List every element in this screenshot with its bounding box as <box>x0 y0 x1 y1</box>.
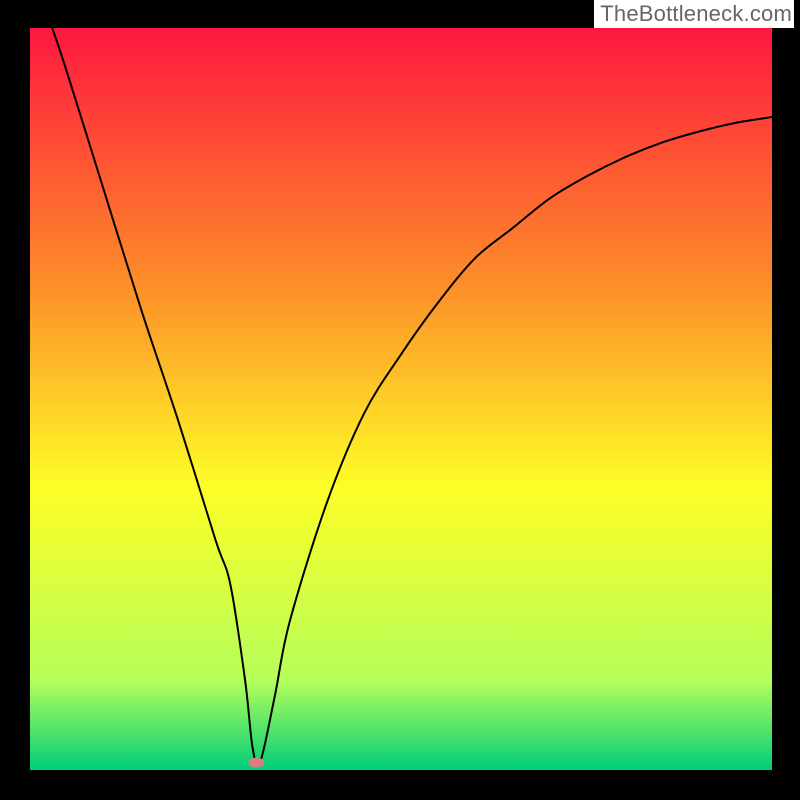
gradient-background <box>30 28 772 770</box>
plot-area <box>30 28 772 770</box>
chart-frame: TheBottleneck.com <box>0 0 800 800</box>
min-marker <box>248 758 264 768</box>
plot-svg <box>30 28 772 770</box>
watermark-text: TheBottleneck.com <box>594 0 794 28</box>
